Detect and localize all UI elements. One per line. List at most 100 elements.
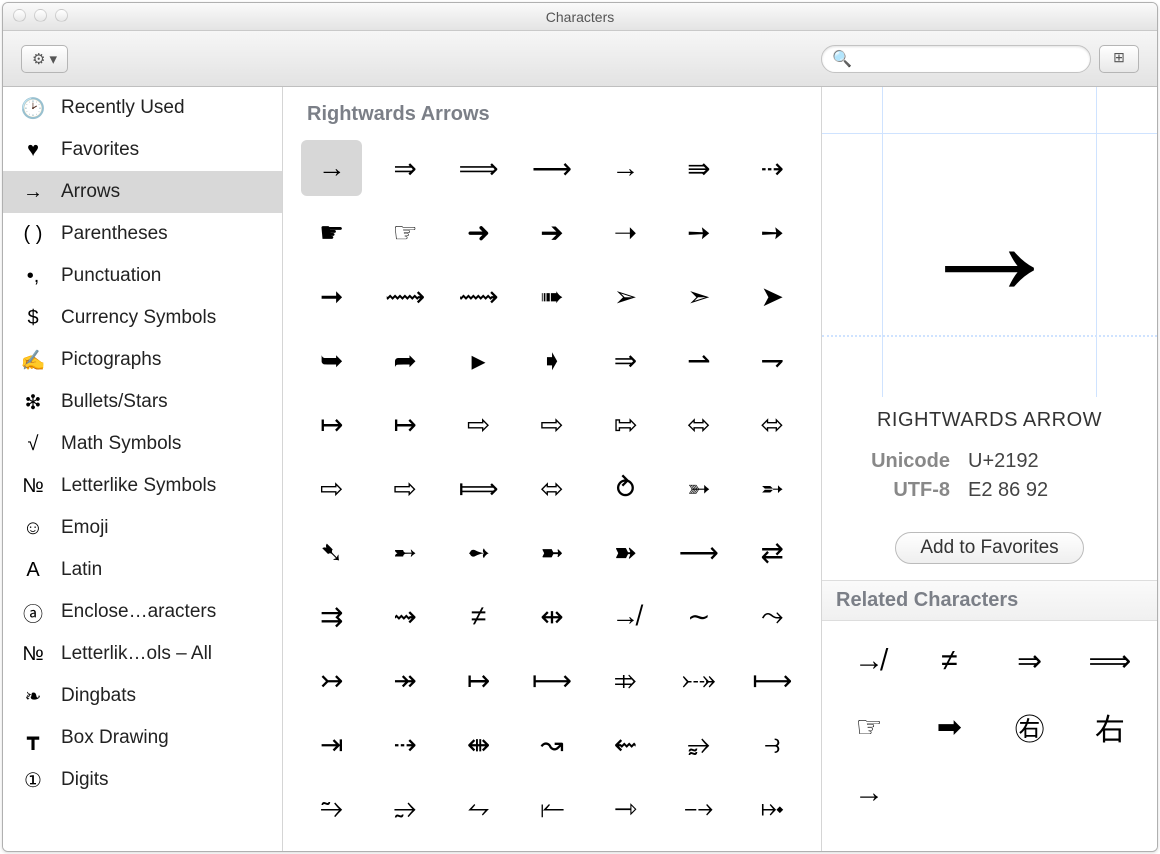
sidebar-item[interactable]: №Letterlik…ols – All <box>3 633 282 675</box>
glyph-cell[interactable]: ➜ <box>448 204 509 260</box>
collapse-button[interactable]: ⊞ <box>1099 45 1139 73</box>
glyph-cell[interactable]: ↦ <box>448 652 509 708</box>
glyph-cell[interactable]: ⟶ <box>668 524 729 580</box>
related-glyph-cell[interactable]: ➡ <box>918 701 980 753</box>
related-glyph-cell[interactable]: ⇒ <box>999 635 1061 687</box>
related-glyph-cell[interactable]: ↛ <box>838 635 900 687</box>
glyph-cell[interactable]: ➣ <box>668 268 729 324</box>
related-glyph-cell[interactable]: → <box>838 767 900 819</box>
glyph-cell[interactable]: ⟿ <box>374 268 435 324</box>
sidebar-item[interactable]: →Arrows <box>3 171 282 213</box>
sidebar-item[interactable]: 🕑Recently Used <box>3 87 282 129</box>
glyph-cell[interactable]: ⇹ <box>521 588 582 644</box>
glyph-cell[interactable]: ⬄ <box>521 460 582 516</box>
glyph-cell[interactable]: ➠ <box>521 268 582 324</box>
glyph-cell[interactable]: ⇾ <box>595 780 656 836</box>
glyph-cell[interactable]: ☞ <box>374 204 435 260</box>
glyph-cell[interactable]: ↝ <box>521 716 582 772</box>
sidebar-item[interactable]: ┳Box Drawing <box>3 717 282 759</box>
glyph-cell[interactable]: ↣ <box>301 652 362 708</box>
glyph-cell[interactable]: ⤳ <box>742 588 803 644</box>
related-glyph-cell[interactable]: ≠ <box>918 635 980 687</box>
glyph-cell[interactable]: ⤃ <box>595 652 656 708</box>
glyph-cell[interactable]: ⥽ <box>742 716 803 772</box>
glyph-cell[interactable]: ⤍ <box>668 780 729 836</box>
glyph-cell[interactable]: ⇛ <box>668 140 729 196</box>
glyph-cell[interactable]: ➸ <box>374 524 435 580</box>
add-favorites-button[interactable]: Add to Favorites <box>895 532 1083 564</box>
glyph-cell[interactable]: ⇒ <box>374 140 435 196</box>
sidebar-item[interactable]: √Math Symbols <box>3 423 282 465</box>
glyph-cell[interactable]: ↦ <box>374 396 435 452</box>
glyph-cell[interactable]: ⟶ <box>521 140 582 196</box>
sidebar-item[interactable]: •,Punctuation <box>3 255 282 297</box>
glyph-cell[interactable]: ↦ <box>301 396 362 452</box>
glyph-cell[interactable]: ➷ <box>301 524 362 580</box>
glyph-cell[interactable]: ➵ <box>742 460 803 516</box>
glyph-cell[interactable]: ➤ <box>742 268 803 324</box>
glyph-cell[interactable]: ➢ <box>595 268 656 324</box>
glyph-cell[interactable]: → <box>595 140 656 196</box>
sidebar-item[interactable]: ❧Dingbats <box>3 675 282 717</box>
glyph-cell[interactable]: ⤠ <box>742 780 803 836</box>
glyph-cell[interactable]: ⤐ <box>668 652 729 708</box>
sidebar-item[interactable]: ( )Parentheses <box>3 213 282 255</box>
sidebar-item[interactable]: $Currency Symbols <box>3 297 282 339</box>
glyph-cell[interactable]: ⟼ <box>521 652 582 708</box>
glyph-cell[interactable]: ⥊ <box>448 780 509 836</box>
glyph-cell[interactable]: ➳ <box>668 460 729 516</box>
sidebar-item[interactable]: ❇Bullets/Stars <box>3 381 282 423</box>
glyph-cell[interactable]: ↛ <box>595 588 656 644</box>
glyph-cell[interactable]: ⥵ <box>668 716 729 772</box>
glyph-cell[interactable]: ∼ <box>668 588 729 644</box>
sidebar-item[interactable]: ☺Emoji <box>3 507 282 549</box>
glyph-cell[interactable]: ➝ <box>595 204 656 260</box>
glyph-cell[interactable]: ⇰ <box>595 396 656 452</box>
sidebar-item[interactable]: ①Digits <box>3 759 282 801</box>
glyph-cell[interactable]: ➞ <box>301 268 362 324</box>
glyph-cell[interactable]: ⇉ <box>301 588 362 644</box>
sidebar-item[interactable]: ♥Favorites <box>3 129 282 171</box>
glyph-cell[interactable]: ⥲ <box>301 780 362 836</box>
search-field[interactable]: 🔍 <box>821 45 1091 73</box>
glyph-cell[interactable]: ➻ <box>448 524 509 580</box>
glyph-cell[interactable]: ⟿ <box>448 268 509 324</box>
glyph-cell[interactable]: ⇝ <box>374 588 435 644</box>
category-sidebar[interactable]: 🕑Recently Used♥Favorites→Arrows( )Parent… <box>3 87 283 851</box>
glyph-cell[interactable]: ➦ <box>374 332 435 388</box>
glyph-cell[interactable]: ↠ <box>374 652 435 708</box>
sidebar-item[interactable]: ⓐEnclose…aracters <box>3 591 282 633</box>
glyph-cell[interactable]: ⇒ <box>595 332 656 388</box>
glyph-cell[interactable]: ▸ <box>448 332 509 388</box>
glyph-cell[interactable]: ⇀ <box>668 332 729 388</box>
glyph-cell[interactable]: ⇼ <box>448 716 509 772</box>
glyph-cell[interactable]: ⇢ <box>742 140 803 196</box>
glyph-cell[interactable]: → <box>301 140 362 196</box>
glyph-cell[interactable]: ⇨ <box>374 460 435 516</box>
glyph-cell[interactable]: ⟹ <box>448 140 509 196</box>
related-glyph-cell[interactable]: ☞ <box>838 701 900 753</box>
glyph-cell[interactable]: ➽ <box>595 524 656 580</box>
sidebar-item[interactable]: ALatin <box>3 549 282 591</box>
glyph-cell[interactable]: ➙ <box>742 204 803 260</box>
glyph-cell[interactable]: ⥁ <box>595 460 656 516</box>
glyph-cell[interactable]: ⟾ <box>448 460 509 516</box>
related-glyph-cell[interactable]: 右 <box>1079 701 1141 753</box>
glyph-cell[interactable]: ➙ <box>668 204 729 260</box>
glyph-cell[interactable]: ⇨ <box>448 396 509 452</box>
glyph-cell[interactable]: ⇨ <box>301 460 362 516</box>
glyph-cell[interactable]: ➥ <box>301 332 362 388</box>
glyph-cell[interactable]: ⇄ <box>742 524 803 580</box>
glyph-cell[interactable]: ⇨ <box>521 396 582 452</box>
settings-button[interactable]: ⚙ ▾ <box>21 45 68 73</box>
sidebar-item[interactable]: №Letterlike Symbols <box>3 465 282 507</box>
related-glyph-cell[interactable]: ⟹ <box>1079 635 1141 687</box>
glyph-cell[interactable]: ≠ <box>448 588 509 644</box>
minimize-icon[interactable] <box>34 9 47 22</box>
glyph-cell[interactable]: ⟼ <box>742 652 803 708</box>
close-icon[interactable] <box>13 9 26 22</box>
glyph-cell[interactable]: ☛ <box>301 204 362 260</box>
glyph-cell[interactable]: ⇜ <box>595 716 656 772</box>
search-input[interactable] <box>852 51 1080 67</box>
glyph-cell[interactable]: ⇁ <box>742 332 803 388</box>
